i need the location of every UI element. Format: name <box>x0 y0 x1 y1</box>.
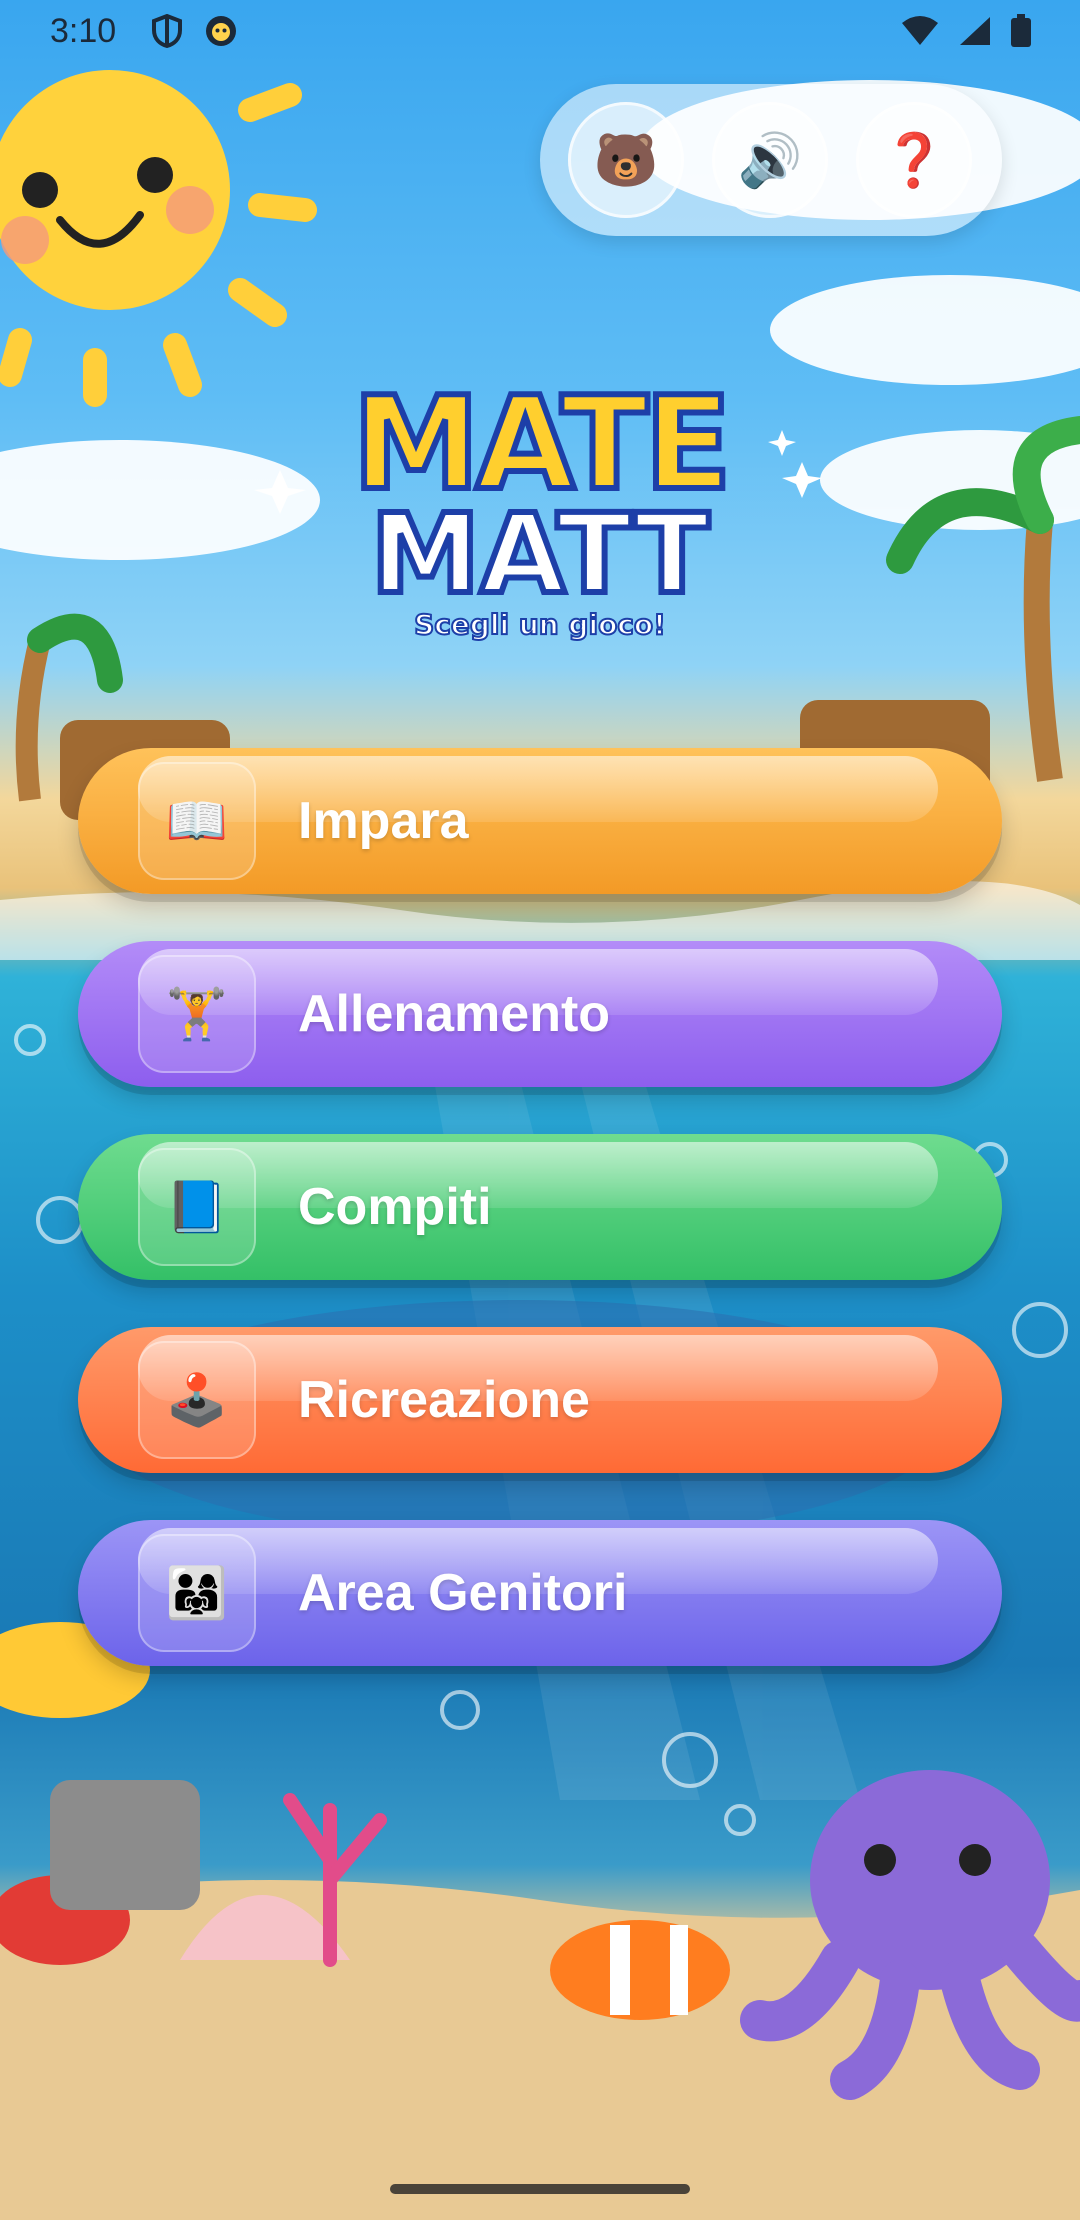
allenamento-button[interactable]: 🏋️ Allenamento <box>78 941 1002 1087</box>
app-screen: 3:10 🐻 🔊 ❓ MATE MATT Scegli un gioco! 📖 … <box>0 0 1080 2220</box>
shield-icon <box>152 14 182 48</box>
family-icon: 👨‍👩‍👧 <box>138 1534 256 1652</box>
question-mark-icon: ❓ <box>881 131 947 190</box>
allenamento-label: Allenamento <box>298 985 611 1043</box>
top-controls: 🐻 🔊 ❓ <box>540 84 1002 236</box>
joystick-icon: 🕹️ <box>138 1341 256 1459</box>
home-indicator[interactable] <box>390 2184 690 2194</box>
ricreazione-label: Ricreazione <box>298 1371 590 1429</box>
compiti-label: Compiti <box>298 1178 492 1236</box>
sound-button[interactable]: 🔊 <box>712 102 828 218</box>
book-icon: 📖 <box>138 762 256 880</box>
app-logo: MATE MATT Scegli un gioco! <box>300 377 780 670</box>
speaker-icon: 🔊 <box>737 131 803 190</box>
weightlifter-icon: 🏋️ <box>138 955 256 1073</box>
signal-icon <box>960 17 990 45</box>
status-bar: 3:10 <box>0 0 1080 64</box>
help-button[interactable]: ❓ <box>856 102 972 218</box>
area-genitori-button[interactable]: 👨‍👩‍👧 Area Genitori <box>78 1520 1002 1666</box>
sun-icon <box>0 70 317 407</box>
bear-icon: 🐻 <box>593 131 659 190</box>
impara-label: Impara <box>298 792 469 850</box>
compiti-button[interactable]: 📘 Compiti <box>78 1134 1002 1280</box>
blue-book-icon: 📘 <box>138 1148 256 1266</box>
battery-icon <box>1011 14 1031 47</box>
area-genitori-label: Area Genitori <box>298 1564 628 1622</box>
background-scene <box>0 70 1080 2220</box>
bear-button[interactable]: 🐻 <box>568 102 684 218</box>
avatar-notification-icon <box>206 16 236 46</box>
wifi-icon <box>902 16 938 45</box>
status-time: 3:10 <box>50 12 117 50</box>
ricreazione-button[interactable]: 🕹️ Ricreazione <box>78 1327 1002 1473</box>
logo-line2: MATT <box>368 490 713 618</box>
impara-button[interactable]: 📖 Impara <box>78 748 1002 894</box>
